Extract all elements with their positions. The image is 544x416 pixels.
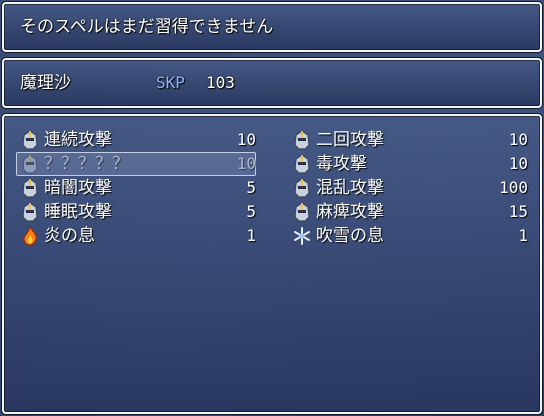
skill-cost: 15 xyxy=(508,202,528,221)
skill-cost: 10 xyxy=(508,154,528,173)
skill-item[interactable]: 混乱攻撃 100 xyxy=(290,176,530,200)
knight-helmet-icon xyxy=(18,128,42,152)
skill-item[interactable]: 麻痺攻撃 15 xyxy=(290,200,530,224)
skill-item[interactable]: ？？？？？ 10 xyxy=(18,152,258,176)
skill-item[interactable]: 炎の息 1 xyxy=(18,224,258,248)
skill-cost: 1 xyxy=(246,226,256,245)
skill-item[interactable]: 吹雪の息 1 xyxy=(290,224,530,248)
knight-helmet-icon xyxy=(290,152,314,176)
skill-name: 吹雪の息 xyxy=(316,226,384,246)
skill-name: 炎の息 xyxy=(44,226,95,246)
message-window: そのスペルはまだ習得できません xyxy=(2,2,542,52)
skill-name: 麻痺攻撃 xyxy=(316,202,384,222)
knight-helmet-icon xyxy=(18,152,42,176)
skill-name: 毒攻撃 xyxy=(316,154,367,174)
skp-value: 103 xyxy=(206,73,235,92)
skill-name: 睡眠攻撃 xyxy=(44,202,112,222)
message-text: そのスペルはまだ習得できません xyxy=(20,17,274,37)
skill-item[interactable]: 連続攻撃 10 xyxy=(18,128,258,152)
skill-cost: 10 xyxy=(508,130,528,149)
skp-label: SKP xyxy=(156,73,185,92)
skill-cost: 10 xyxy=(236,154,256,173)
skill-cost: 5 xyxy=(246,202,256,221)
knight-helmet-icon xyxy=(290,176,314,200)
skill-item[interactable]: 睡眠攻撃 5 xyxy=(18,200,258,224)
knight-helmet-icon xyxy=(290,128,314,152)
skill-name: ？？？？？ xyxy=(44,154,129,174)
fire-icon xyxy=(18,224,42,248)
skill-name: 二回攻撃 xyxy=(316,130,384,150)
skill-cost: 5 xyxy=(246,178,256,197)
skill-item[interactable]: 毒攻撃 10 xyxy=(290,152,530,176)
skill-item[interactable]: 暗闇攻撃 5 xyxy=(18,176,258,200)
knight-helmet-icon xyxy=(18,200,42,224)
skill-cost: 1 xyxy=(518,226,528,245)
skill-name: 連続攻撃 xyxy=(44,130,112,150)
skill-name: 混乱攻撃 xyxy=(316,178,384,198)
skill-list-window: 連続攻撃 10 ？？？？？ 10 暗闇攻撃 5 睡眠攻撃 5 炎の息 1 二回攻… xyxy=(2,114,542,414)
skill-cost: 10 xyxy=(236,130,256,149)
knight-helmet-icon xyxy=(18,176,42,200)
skill-cost: 100 xyxy=(499,178,528,197)
knight-helmet-icon xyxy=(290,200,314,224)
skill-name: 暗闇攻撃 xyxy=(44,178,112,198)
skill-item[interactable]: 二回攻撃 10 xyxy=(290,128,530,152)
status-window: 魔理沙 SKP 103 xyxy=(2,58,542,108)
character-name: 魔理沙 xyxy=(20,73,71,93)
snowflake-icon xyxy=(290,224,314,248)
